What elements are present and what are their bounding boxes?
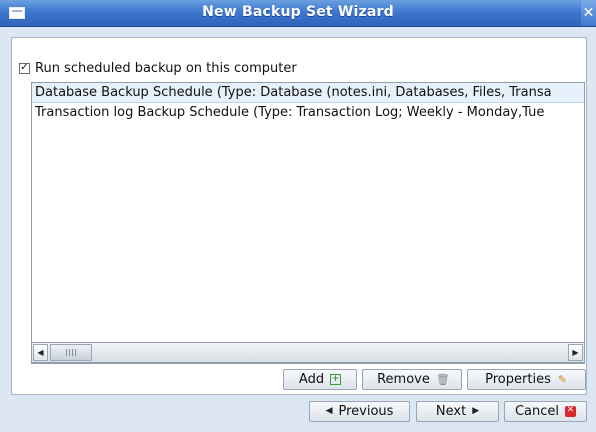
- properties-label: Properties: [485, 372, 551, 387]
- grip-icon: [66, 349, 76, 356]
- cancel-label: Cancel: [514, 404, 560, 419]
- list-item[interactable]: Transaction log Backup Schedule (Type: T…: [32, 103, 584, 123]
- list-item[interactable]: Database Backup Schedule (Type: Database…: [32, 83, 584, 103]
- add-label: Add: [298, 372, 325, 387]
- arrow-right-icon: ▶: [472, 406, 480, 416]
- run-scheduled-option[interactable]: ✓ Run scheduled backup on this computer: [19, 60, 297, 76]
- run-scheduled-checkbox[interactable]: ✓: [19, 62, 30, 74]
- scroll-right-icon[interactable]: ▶: [568, 344, 583, 361]
- cancel-icon: ✕: [565, 405, 577, 417]
- scroll-left-icon[interactable]: ◀: [33, 344, 48, 361]
- properties-button[interactable]: Properties ✎: [467, 369, 586, 390]
- previous-label: Previous: [338, 404, 394, 419]
- next-button[interactable]: Next ▶: [416, 401, 499, 422]
- edit-icon: ✎: [557, 373, 567, 386]
- run-scheduled-label: Run scheduled backup on this computer: [35, 60, 297, 76]
- remove-button[interactable]: Remove 🗑: [362, 369, 462, 390]
- scrollbar-thumb[interactable]: [50, 344, 92, 361]
- window-title: New Backup Set Wizard: [202, 4, 394, 20]
- arrow-left-icon: ◀: [325, 406, 333, 416]
- cancel-button[interactable]: Cancel ✕: [504, 401, 587, 422]
- add-button[interactable]: Add +: [283, 369, 357, 390]
- add-icon: +: [330, 374, 342, 385]
- title-bar: New Backup Set Wizard ✕: [0, 0, 596, 27]
- schedule-list[interactable]: Database Backup Schedule (Type: Database…: [31, 82, 585, 364]
- next-label: Next: [435, 404, 467, 419]
- horizontal-scrollbar[interactable]: ◀ ▶: [31, 342, 585, 363]
- previous-button[interactable]: ◀ Previous: [309, 401, 410, 422]
- trash-icon: 🗑: [435, 373, 450, 386]
- remove-label: Remove: [377, 372, 430, 387]
- close-icon[interactable]: ✕: [581, 0, 596, 26]
